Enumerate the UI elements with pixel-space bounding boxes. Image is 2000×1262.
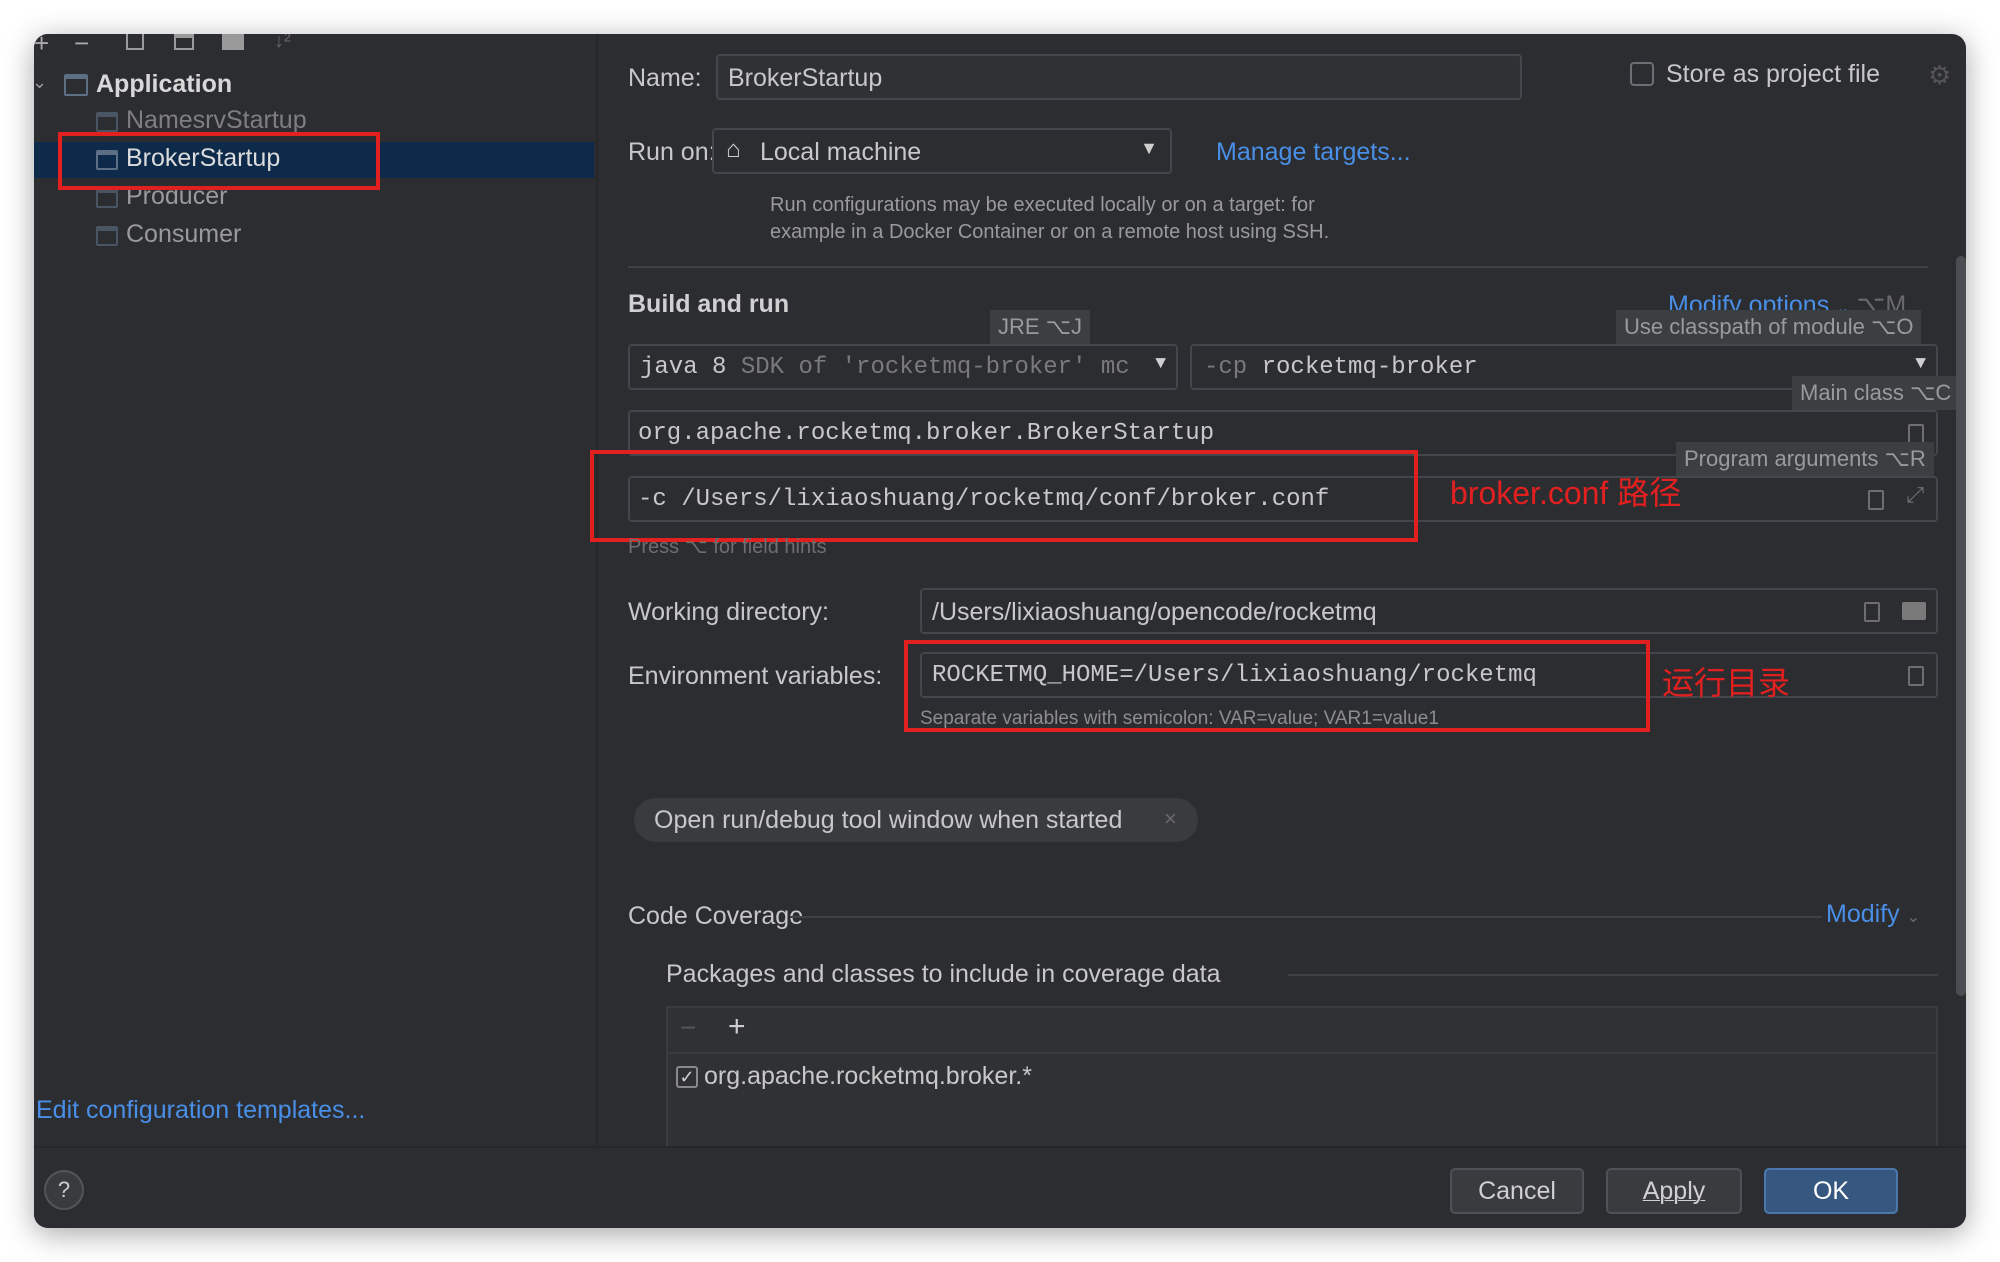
configuration-form: Name: BrokerStartup Store as project fil… bbox=[590, 34, 1966, 1146]
apply-label: Apply bbox=[1642, 1176, 1706, 1205]
annotation-broker-conf-path: broker.conf 路径 bbox=[1450, 475, 1682, 511]
classpath-hint: Use classpath of module ⌥O bbox=[1616, 310, 1922, 344]
working-directory-label: Working directory: bbox=[628, 598, 829, 626]
cp-prefix: -cp bbox=[1204, 354, 1248, 381]
name-label: Name: bbox=[628, 64, 702, 92]
environment-variables-label: Environment variables: bbox=[628, 662, 883, 690]
modify-coverage-link[interactable]: Modify ⌄ bbox=[1826, 900, 1920, 929]
configurations-sidebar: + − ↓² ⌄ Application NamesrvStartup Brok… bbox=[34, 34, 596, 1146]
folder-icon[interactable] bbox=[1902, 602, 1926, 620]
sidebar-item-label: Consumer bbox=[126, 220, 242, 248]
run-on-select[interactable]: ⌂ Local machine ▼ bbox=[712, 128, 1172, 174]
edit-env-icon[interactable] bbox=[1908, 666, 1924, 686]
annotation-box-program-args bbox=[590, 450, 1418, 542]
annotation-box-brokerstartup bbox=[58, 132, 380, 190]
remove-package-icon[interactable]: − bbox=[680, 1012, 696, 1044]
dialog-footer: ? Cancel Apply OK bbox=[34, 1146, 1966, 1228]
application-config-icon bbox=[96, 188, 118, 208]
home-icon: ⌂ bbox=[726, 136, 741, 163]
browse-icon[interactable] bbox=[1908, 424, 1924, 444]
expand-icon[interactable]: ⤢ bbox=[1906, 484, 1924, 509]
sidebar-toolbar: + − ↓² bbox=[34, 34, 594, 58]
main-class-value: org.apache.rocketmq.broker.BrokerStartup bbox=[638, 420, 1215, 447]
add-icon[interactable]: + bbox=[34, 34, 49, 59]
packages-separator bbox=[1288, 974, 1938, 976]
application-config-icon bbox=[96, 112, 118, 132]
run-on-value: Local machine bbox=[760, 138, 922, 166]
code-coverage-title: Code Coverage bbox=[628, 902, 804, 930]
tree-root-application[interactable]: Application bbox=[96, 70, 232, 99]
folder-add-icon[interactable] bbox=[222, 34, 244, 50]
store-as-project-label[interactable]: Store as project file bbox=[1666, 60, 1880, 89]
open-tool-window-label: Open run/debug tool window when started bbox=[654, 806, 1123, 834]
build-and-run-title: Build and run bbox=[628, 290, 790, 318]
help-button[interactable]: ? bbox=[44, 1170, 84, 1210]
chevron-down-icon: ▼ bbox=[1140, 138, 1158, 158]
sort-icon[interactable]: ↓² bbox=[274, 34, 291, 53]
apply-button[interactable]: Apply bbox=[1606, 1168, 1742, 1214]
cancel-label: Cancel bbox=[1478, 1176, 1556, 1205]
edit-configuration-templates-link[interactable]: Edit configuration templates... bbox=[36, 1096, 365, 1125]
application-folder-icon bbox=[64, 74, 88, 96]
code-coverage-separator bbox=[790, 916, 1822, 918]
section-separator bbox=[628, 266, 1928, 268]
jre-hint: JRE ⌥J bbox=[990, 310, 1091, 344]
program-arguments-hint: Program arguments ⌥R bbox=[1676, 442, 1934, 476]
gear-icon[interactable]: ⚙ bbox=[1928, 60, 1951, 91]
chevron-down-icon: ▼ bbox=[1155, 354, 1166, 374]
modify-label: Modify bbox=[1826, 900, 1900, 928]
application-config-icon bbox=[96, 226, 118, 246]
cancel-button[interactable]: Cancel bbox=[1450, 1168, 1584, 1214]
working-directory-input[interactable]: /Users/lixiaoshuang/opencode/rocketmq bbox=[920, 588, 1938, 634]
packages-toolbar-separator bbox=[668, 1052, 1936, 1054]
working-directory-value: /Users/lixiaoshuang/opencode/rocketmq bbox=[932, 598, 1377, 626]
close-icon[interactable]: × bbox=[1164, 806, 1177, 832]
manage-targets-link[interactable]: Manage targets... bbox=[1216, 138, 1411, 167]
ok-button[interactable]: OK bbox=[1764, 1168, 1898, 1214]
package-item: org.apache.rocketmq.broker.* bbox=[704, 1062, 1032, 1090]
save-icon[interactable] bbox=[174, 34, 194, 50]
jdk-value: java 8 bbox=[640, 354, 727, 381]
field-hints-text: Press ⌥ for field hints bbox=[628, 536, 827, 558]
packages-title: Packages and classes to include in cover… bbox=[666, 960, 1221, 988]
annotation-run-directory: 运行目录 bbox=[1662, 665, 1791, 701]
run-on-help-line-2: example in a Docker Container or on a re… bbox=[770, 221, 1330, 243]
chevron-down-icon: ⌄ bbox=[1906, 909, 1920, 926]
jdk-select[interactable]: java 8 SDK of 'rocketmq-broker' mc ▼ bbox=[628, 344, 1178, 390]
run-on-label: Run on: bbox=[628, 138, 716, 166]
name-input-value: BrokerStartup bbox=[728, 64, 883, 92]
run-configuration-dialog: + − ↓² ⌄ Application NamesrvStartup Brok… bbox=[34, 34, 1966, 1228]
store-as-project-checkbox[interactable] bbox=[1630, 62, 1654, 86]
copy-icon[interactable] bbox=[126, 34, 144, 50]
name-input[interactable]: BrokerStartup bbox=[716, 54, 1522, 100]
run-on-help-line-1: Run configurations may be executed local… bbox=[770, 194, 1315, 216]
chevron-down-icon: ▼ bbox=[1915, 354, 1926, 374]
package-checkbox[interactable]: ✓ bbox=[676, 1066, 698, 1088]
insert-macro-icon[interactable] bbox=[1864, 602, 1880, 622]
annotation-box-env-vars bbox=[904, 640, 1650, 732]
sidebar-item-label: NamesrvStartup bbox=[126, 106, 307, 134]
sidebar-item-consumer[interactable]: Consumer bbox=[34, 218, 594, 254]
open-tool-window-tag[interactable]: Open run/debug tool window when started … bbox=[634, 798, 1198, 842]
chevron-down-icon[interactable]: ⌄ bbox=[34, 72, 47, 93]
packages-list: − + ✓ org.apache.rocketmq.broker.* bbox=[666, 1006, 1938, 1146]
remove-icon[interactable]: − bbox=[74, 34, 89, 59]
insert-macro-icon[interactable] bbox=[1868, 490, 1884, 510]
scrollbar[interactable] bbox=[1956, 256, 1966, 996]
add-package-icon[interactable]: + bbox=[728, 1010, 746, 1044]
main-class-hint: Main class ⌥C bbox=[1792, 376, 1960, 410]
ok-label: OK bbox=[1812, 1176, 1850, 1205]
jdk-suffix: SDK of 'rocketmq-broker' mc bbox=[740, 354, 1130, 381]
cp-value: rocketmq-broker bbox=[1261, 354, 1478, 381]
